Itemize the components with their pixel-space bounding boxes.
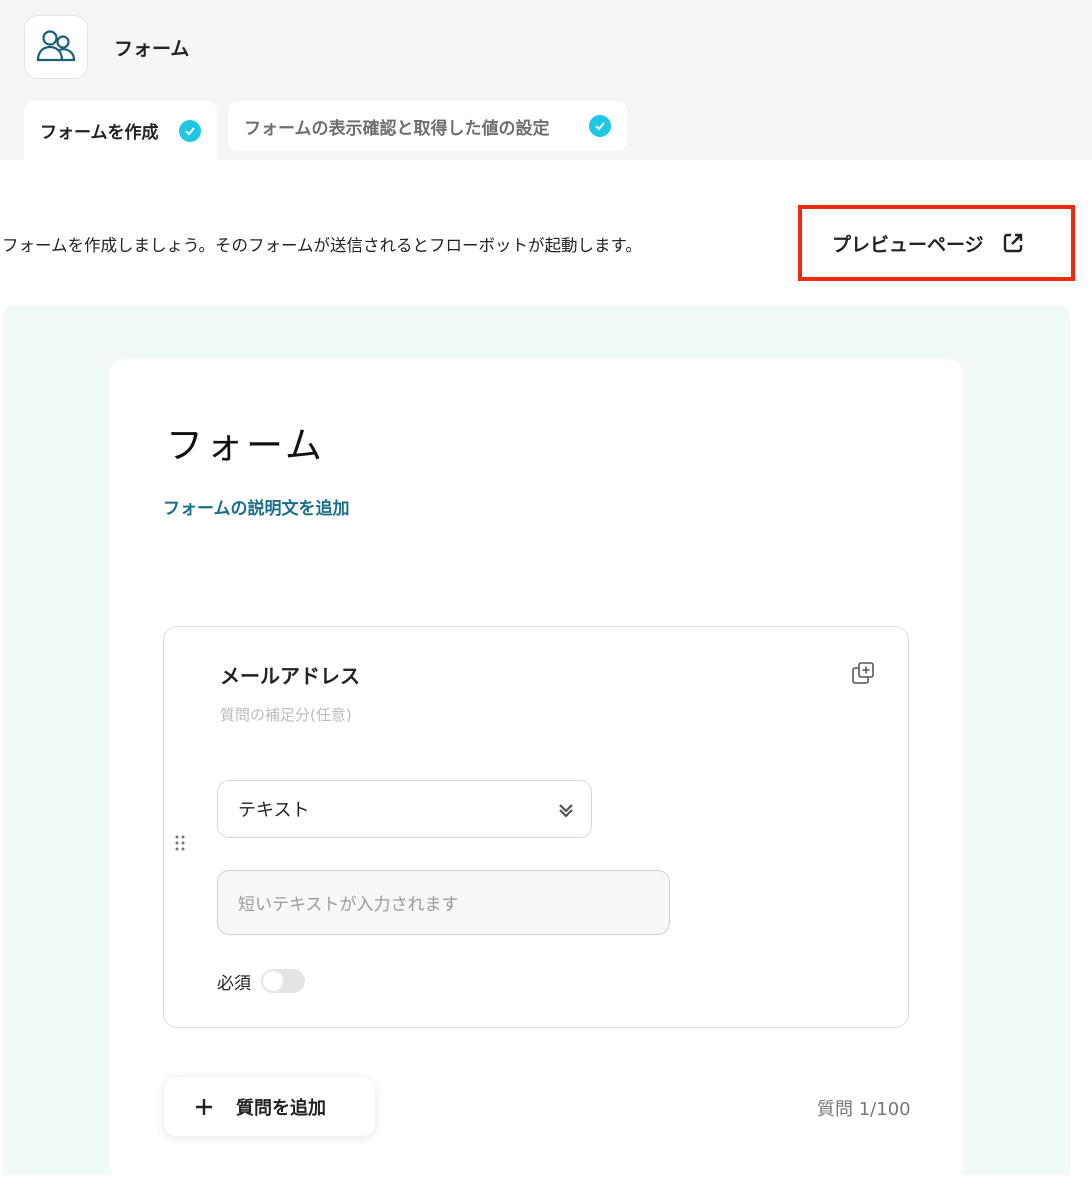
duplicate-icon[interactable]: [851, 661, 875, 689]
users-icon: [24, 15, 88, 79]
chevron-down-icon: [557, 800, 575, 825]
question-title[interactable]: メールアドレス: [220, 660, 360, 689]
question-count: 質問 1/100: [817, 1099, 911, 1120]
question-type-select[interactable]: テキスト: [217, 780, 592, 838]
tab-create-form[interactable]: フォームを作成: [24, 101, 217, 160]
tab-form-preview-settings[interactable]: フォームの表示確認と取得した値の設定: [228, 101, 627, 151]
required-label: 必須: [217, 974, 251, 994]
preview-page-button[interactable]: プレビューページ: [798, 205, 1075, 281]
add-question-label: 質問を追加: [236, 1097, 326, 1119]
check-icon: [589, 115, 611, 137]
required-toggle[interactable]: [261, 969, 305, 993]
plus-icon: [194, 1097, 214, 1117]
question-type-value: テキスト: [238, 800, 310, 821]
tab-label: フォームの表示確認と取得した値の設定: [244, 118, 550, 139]
toggle-knob: [263, 971, 283, 991]
preview-page-label: プレビューページ: [832, 233, 984, 256]
intro-text: フォームを作成しましょう。そのフォームが送信されるとフローボットが起動します。: [2, 236, 642, 255]
add-question-button[interactable]: 質問を追加: [164, 1077, 375, 1136]
drag-handle-icon[interactable]: [174, 834, 186, 856]
tab-label: フォームを作成: [40, 123, 159, 143]
add-description-link[interactable]: フォームの説明文を追加: [163, 494, 350, 519]
app-title: フォーム: [114, 38, 190, 60]
form-title[interactable]: フォーム: [166, 415, 325, 469]
question-subtitle-input[interactable]: 質問の補足分(任意): [220, 704, 352, 725]
external-link-icon: [1002, 232, 1024, 254]
short-text-answer-field[interactable]: 短いテキストが入力されます: [217, 870, 670, 935]
check-icon: [179, 119, 201, 142]
